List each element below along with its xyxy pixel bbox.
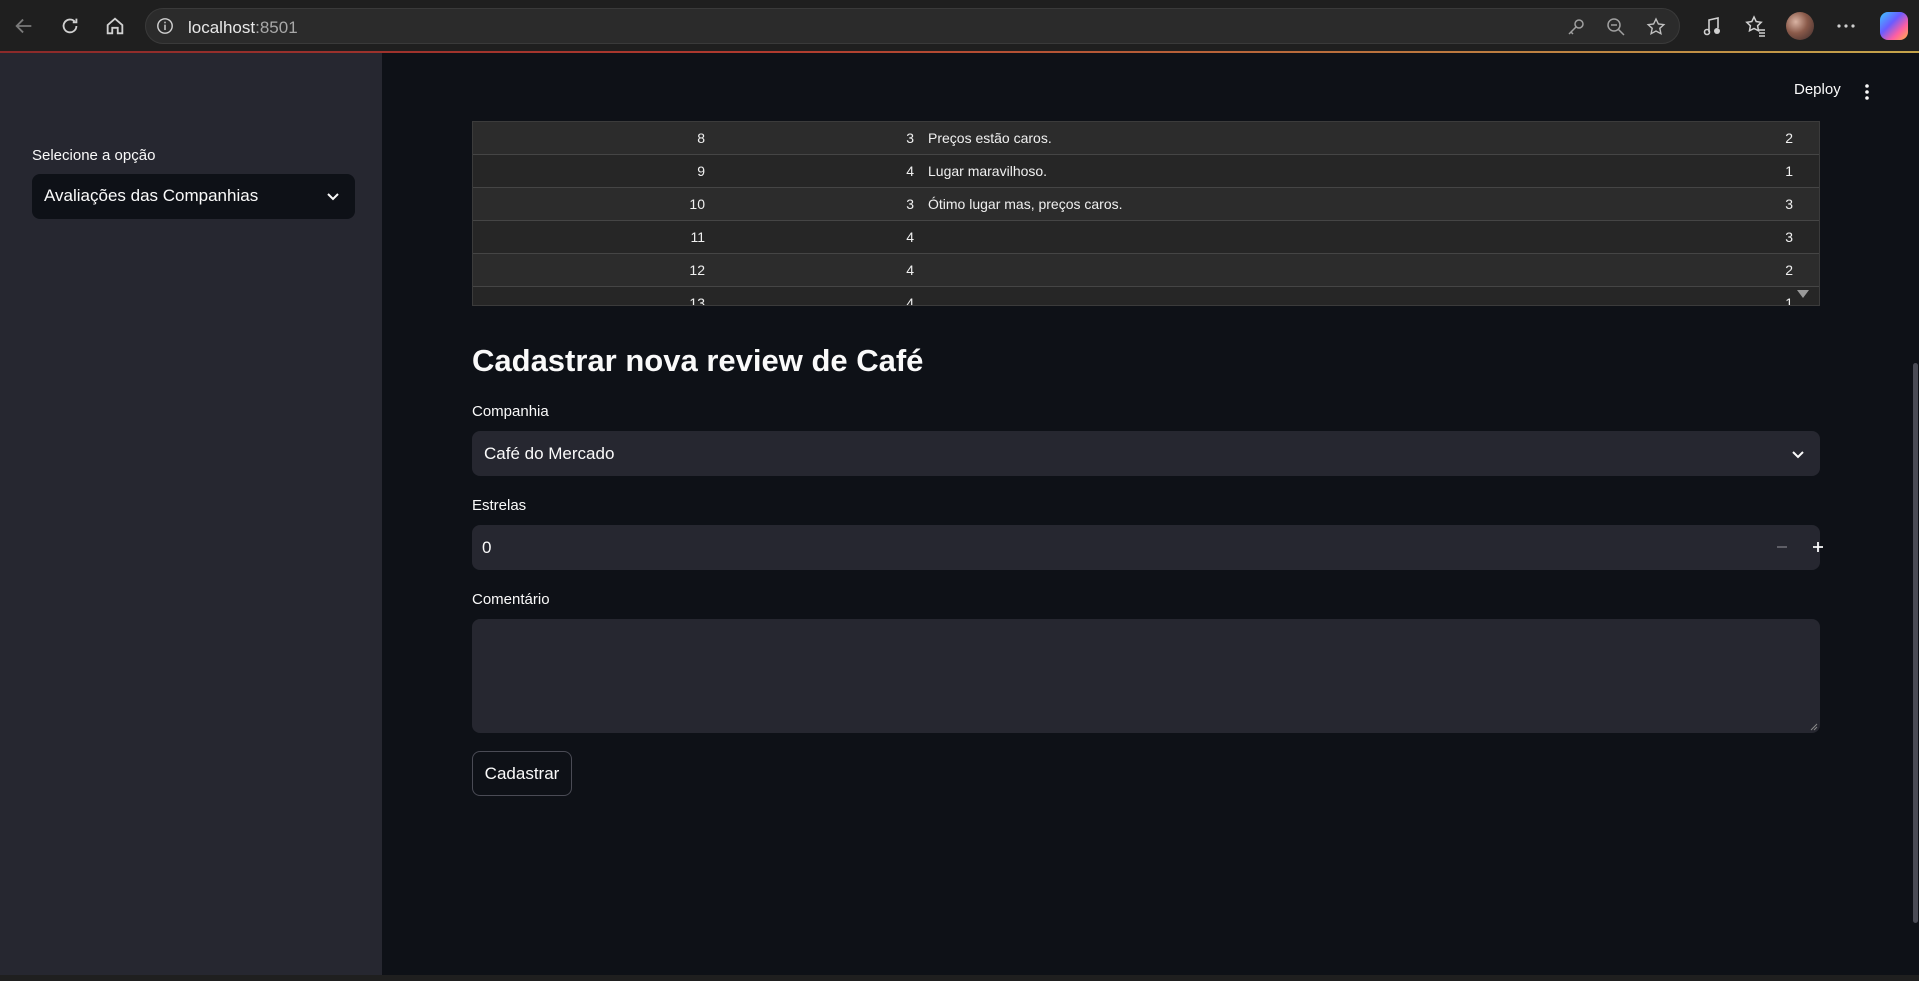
company-label: Companhia [472, 403, 549, 420]
table-row[interactable]: 13 4 1 [473, 287, 1819, 306]
media-icon[interactable] [1700, 14, 1724, 38]
table-row[interactable]: 12 4 2 [473, 254, 1819, 287]
resize-handle-icon[interactable] [1808, 721, 1818, 731]
form-title: Cadastrar nova review de Café [472, 343, 924, 378]
cell-id: 11 [690, 229, 705, 245]
reload-icon[interactable] [56, 12, 84, 40]
table-row[interactable]: 9 4 Lugar maravilhoso. 1 [473, 155, 1819, 188]
cell-stars: 4 [906, 262, 914, 278]
submit-button[interactable]: Cadastrar [472, 751, 572, 796]
cell-stars: 4 [906, 163, 914, 179]
cell-comment: Preços estão caros. [928, 130, 1052, 146]
cell-stars: 4 [906, 295, 914, 306]
stars-number-input[interactable]: 0 [472, 525, 1823, 570]
stars-label: Estrelas [472, 497, 527, 514]
cell-company: 3 [1785, 229, 1793, 245]
cell-id: 10 [689, 196, 705, 212]
reviews-table[interactable]: 8 3 Preços estão caros. 2 9 4 Lugar mara… [472, 121, 1820, 306]
comment-textarea[interactable] [472, 619, 1820, 733]
main-content: Deploy 8 3 Preços estão caros. 2 9 4 Lug… [382, 53, 1919, 975]
favorite-star-icon[interactable] [1646, 17, 1666, 37]
deploy-button[interactable]: Deploy [1794, 81, 1841, 98]
url-host: localhost [188, 18, 256, 37]
company-select-value: Café do Mercado [484, 444, 615, 463]
table-row[interactable]: 10 3 Ótimo lugar mas, preços caros. 3 [473, 188, 1819, 221]
cell-company: 1 [1785, 295, 1793, 306]
browser-toolbar: localhost:8501 [0, 0, 1919, 53]
zoom-out-icon[interactable] [1606, 17, 1626, 37]
table-scroll-down-icon[interactable] [1796, 289, 1810, 299]
cell-id: 8 [697, 130, 705, 146]
page-scrollbar[interactable] [1913, 363, 1918, 923]
company-select[interactable]: Café do Mercado [472, 431, 1820, 476]
cell-company: 1 [1785, 163, 1793, 179]
favorites-icon[interactable] [1743, 14, 1767, 38]
cell-company: 3 [1785, 196, 1793, 212]
window-bottom-edge [0, 975, 1919, 981]
cell-comment: Ótimo lugar mas, preços caros. [928, 196, 1123, 212]
option-select[interactable]: Avaliações das Companhias [32, 174, 355, 219]
sidebar: Selecione a opção Avaliações das Companh… [0, 53, 382, 975]
cell-id: 9 [697, 163, 705, 179]
increment-icon[interactable] [1808, 537, 1828, 557]
key-icon[interactable] [1566, 17, 1586, 37]
chevron-down-icon [327, 193, 339, 201]
table-row[interactable]: 11 4 3 [473, 221, 1819, 254]
cell-stars: 3 [906, 130, 914, 146]
url-port: :8501 [255, 18, 298, 37]
cell-stars: 4 [906, 229, 914, 245]
cell-company: 2 [1785, 262, 1793, 278]
url-text[interactable]: localhost:8501 [188, 18, 298, 38]
copilot-icon[interactable] [1880, 12, 1908, 40]
cell-stars: 3 [906, 196, 914, 212]
cell-id: 12 [689, 262, 705, 278]
more-options-icon[interactable] [1834, 14, 1858, 38]
option-select-value: Avaliações das Companhias [44, 186, 259, 205]
address-bar[interactable]: localhost:8501 [145, 8, 1680, 44]
profile-avatar[interactable] [1786, 12, 1814, 40]
sidebar-select-label: Selecione a opção [32, 147, 156, 164]
chevron-down-icon [1792, 451, 1804, 459]
home-icon[interactable] [101, 12, 129, 40]
decrement-icon[interactable] [1772, 537, 1792, 557]
cell-comment: Lugar maravilhoso. [928, 163, 1048, 179]
comment-label: Comentário [472, 591, 550, 608]
site-info-icon[interactable] [156, 17, 174, 35]
cell-company: 2 [1785, 130, 1793, 146]
table-row[interactable]: 8 3 Preços estão caros. 2 [473, 122, 1819, 155]
back-icon[interactable] [10, 12, 38, 40]
stars-value: 0 [482, 538, 492, 557]
cell-id: 13 [689, 295, 705, 306]
main-menu-icon[interactable] [1864, 83, 1870, 101]
